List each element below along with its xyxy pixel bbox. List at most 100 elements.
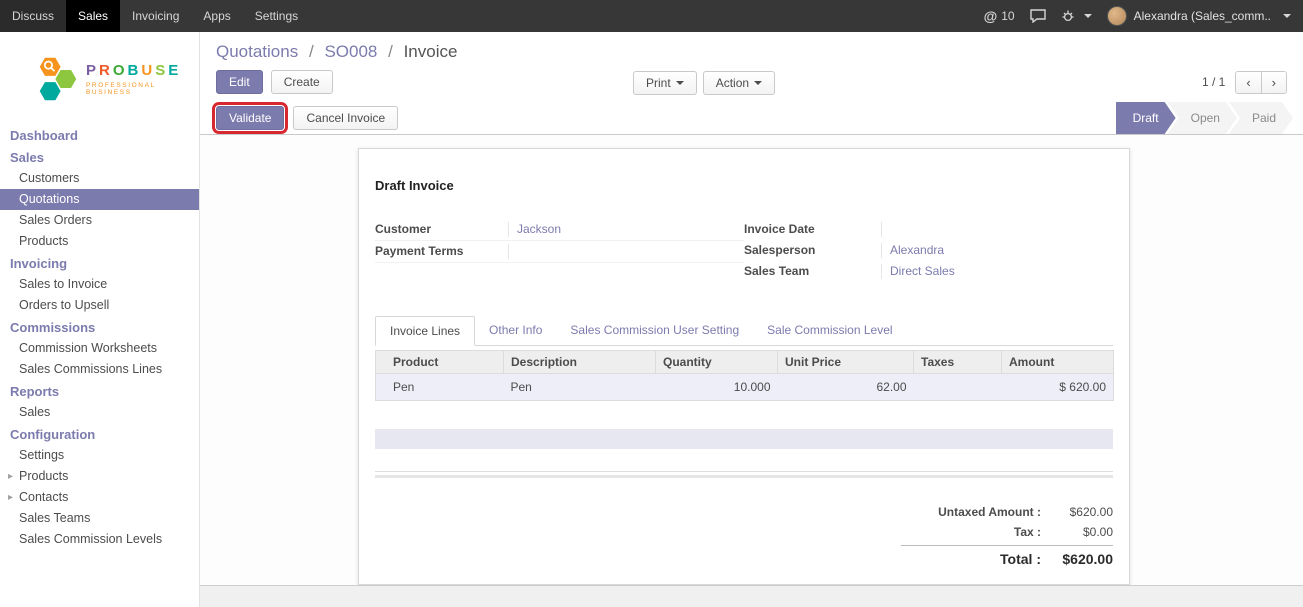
sidebar-item-products[interactable]: Products <box>0 231 199 252</box>
sidebar-item-quotations[interactable]: Quotations <box>0 189 199 210</box>
sidebar-item-sales-commissions-lines[interactable]: Sales Commissions Lines <box>0 359 199 380</box>
cell-unit-price: 62.00 <box>778 374 914 401</box>
debug-icon <box>1061 9 1075 23</box>
action-buttons: Print Action <box>633 71 775 95</box>
col-unit-price: Unit Price <box>778 351 914 374</box>
sidebar-item-config-contacts[interactable]: ▸ Contacts <box>0 487 199 508</box>
main-area: Quotations / SO008 / Invoice Edit Create… <box>200 32 1303 607</box>
footer-strip <box>200 585 1303 607</box>
print-label: Print <box>646 76 671 90</box>
sidebar-item-invoicing[interactable]: Invoicing <box>0 252 199 274</box>
customer-value[interactable]: Jackson <box>508 222 744 237</box>
topbar-menu-sales[interactable]: Sales <box>66 0 120 32</box>
tab-invoice-lines[interactable]: Invoice Lines <box>375 316 475 346</box>
chat-icon <box>1030 9 1046 23</box>
caret-down-icon <box>676 81 684 85</box>
sidebar-item-configuration[interactable]: Configuration <box>0 423 199 445</box>
cancel-invoice-button[interactable]: Cancel Invoice <box>293 106 398 130</box>
avatar <box>1107 6 1127 26</box>
cell-taxes <box>914 374 1002 401</box>
cell-description: Pen <box>504 374 656 401</box>
tab-sales-commission-user-setting[interactable]: Sales Commission User Setting <box>556 316 753 346</box>
breadcrumb-quotations[interactable]: Quotations <box>216 42 298 61</box>
salesperson-value[interactable]: Alexandra <box>881 243 1113 258</box>
validate-button[interactable]: Validate <box>216 106 284 130</box>
separator-line <box>375 471 1113 472</box>
breadcrumb-row: Quotations / SO008 / Invoice <box>200 32 1303 66</box>
form-view-area: Draft Invoice Customer Jackson Payment T… <box>200 135 1303 607</box>
probuse-logo-icon <box>38 52 78 106</box>
breadcrumb-so008[interactable]: SO008 <box>324 42 377 61</box>
invoice-line-row[interactable]: Pen Pen 10.000 62.00 $ 620.00 <box>376 374 1114 401</box>
create-button[interactable]: Create <box>271 70 333 94</box>
mentions-counter[interactable]: @ 10 <box>984 8 1015 24</box>
sidebar-item-commission-worksheets[interactable]: Commission Worksheets <box>0 338 199 359</box>
sidebar-item-config-products[interactable]: ▸ Products <box>0 466 199 487</box>
action-label: Action <box>716 76 749 90</box>
cell-quantity: 10.000 <box>656 374 778 401</box>
at-icon: @ <box>984 8 998 24</box>
control-panel: Edit Create Print Action 1 / 1 ‹ › <box>200 66 1303 102</box>
invoice-date-value[interactable] <box>881 222 1113 237</box>
sales-team-label: Sales Team <box>744 264 881 278</box>
status-step-paid[interactable]: Paid <box>1229 102 1293 134</box>
debug-menu-button[interactable] <box>1061 9 1092 23</box>
table-header-row: Product Description Quantity Unit Price … <box>376 351 1114 374</box>
print-dropdown-button[interactable]: Print <box>633 71 697 95</box>
breadcrumb-separator: / <box>303 42 320 61</box>
logo-subtitle: PROFESSIONAL BUSINESS <box>86 82 189 96</box>
sidebar-item-sales-commission-levels[interactable]: Sales Commission Levels <box>0 529 199 550</box>
breadcrumb-current: Invoice <box>404 42 458 61</box>
sidebar-item-orders-to-upsell[interactable]: Orders to Upsell <box>0 295 199 316</box>
breadcrumb-separator: / <box>382 42 399 61</box>
expand-arrow-icon: ▸ <box>8 469 13 484</box>
edit-button[interactable]: Edit <box>216 70 263 94</box>
sidebar-item-settings[interactable]: Settings <box>0 445 199 466</box>
topbar-menu-settings[interactable]: Settings <box>243 0 310 32</box>
field-groups: Customer Jackson Payment Terms Invoice D… <box>375 219 1113 282</box>
sidebar-item-commissions[interactable]: Commissions <box>0 316 199 338</box>
tax-label: Tax : <box>901 525 1041 539</box>
status-step-open[interactable]: Open <box>1168 102 1237 134</box>
topbar-menu-discuss[interactable]: Discuss <box>0 0 66 32</box>
total-label: Total : <box>901 551 1041 567</box>
pager-previous-button[interactable]: ‹ <box>1236 72 1260 93</box>
sidebar-item-dashboard[interactable]: Dashboard <box>0 124 199 146</box>
sidebar-item-customers[interactable]: Customers <box>0 168 199 189</box>
salesperson-label: Salesperson <box>744 243 881 257</box>
breadcrumb: Quotations / SO008 / Invoice <box>216 42 1287 62</box>
payment-terms-label: Payment Terms <box>375 244 508 258</box>
sidebar-item-reports[interactable]: Reports <box>0 380 199 402</box>
user-name: Alexandra (Sales_comm.. <box>1134 9 1271 23</box>
status-step-draft[interactable]: Draft <box>1116 102 1176 134</box>
sidebar-item-sales[interactable]: Sales <box>0 146 199 168</box>
notebook-tabs: Invoice Lines Other Info Sales Commissio… <box>375 316 1113 346</box>
topbar-menu-invoicing[interactable]: Invoicing <box>120 0 191 32</box>
payment-terms-value[interactable] <box>508 244 744 259</box>
action-dropdown-button[interactable]: Action <box>703 71 775 95</box>
pager-next-button[interactable]: › <box>1261 72 1286 93</box>
col-description: Description <box>504 351 656 374</box>
cell-amount: $ 620.00 <box>1002 374 1114 401</box>
sidebar-item-sales-to-invoice[interactable]: Sales to Invoice <box>0 274 199 295</box>
tab-sale-commission-level[interactable]: Sale Commission Level <box>753 316 906 346</box>
status-steps: Draft Open Paid <box>1116 102 1303 134</box>
tab-other-info[interactable]: Other Info <box>475 316 556 346</box>
totals-block: Untaxed Amount : $620.00 Tax : $0.00 Tot… <box>901 502 1113 570</box>
sidebar-item-sales-teams[interactable]: Sales Teams <box>0 508 199 529</box>
col-quantity: Quantity <box>656 351 778 374</box>
sidebar-item-label: Contacts <box>19 490 68 504</box>
messages-button[interactable] <box>1030 9 1046 23</box>
sidebar-item-label: Products <box>19 469 68 483</box>
sidebar-item-reports-sales[interactable]: Sales <box>0 402 199 423</box>
topbar-menu-apps[interactable]: Apps <box>191 0 242 32</box>
topbar: Discuss Sales Invoicing Apps Settings @ … <box>0 0 1303 32</box>
sales-team-value[interactable]: Direct Sales <box>881 264 1113 279</box>
topbar-menus: Discuss Sales Invoicing Apps Settings <box>0 0 310 32</box>
invoice-lines-table: Product Description Quantity Unit Price … <box>375 350 1114 401</box>
customer-label: Customer <box>375 222 508 236</box>
untaxed-amount-label: Untaxed Amount : <box>901 505 1041 519</box>
caret-down-icon <box>1283 14 1291 18</box>
sidebar-item-sales-orders[interactable]: Sales Orders <box>0 210 199 231</box>
user-menu[interactable]: Alexandra (Sales_comm.. <box>1107 6 1291 26</box>
